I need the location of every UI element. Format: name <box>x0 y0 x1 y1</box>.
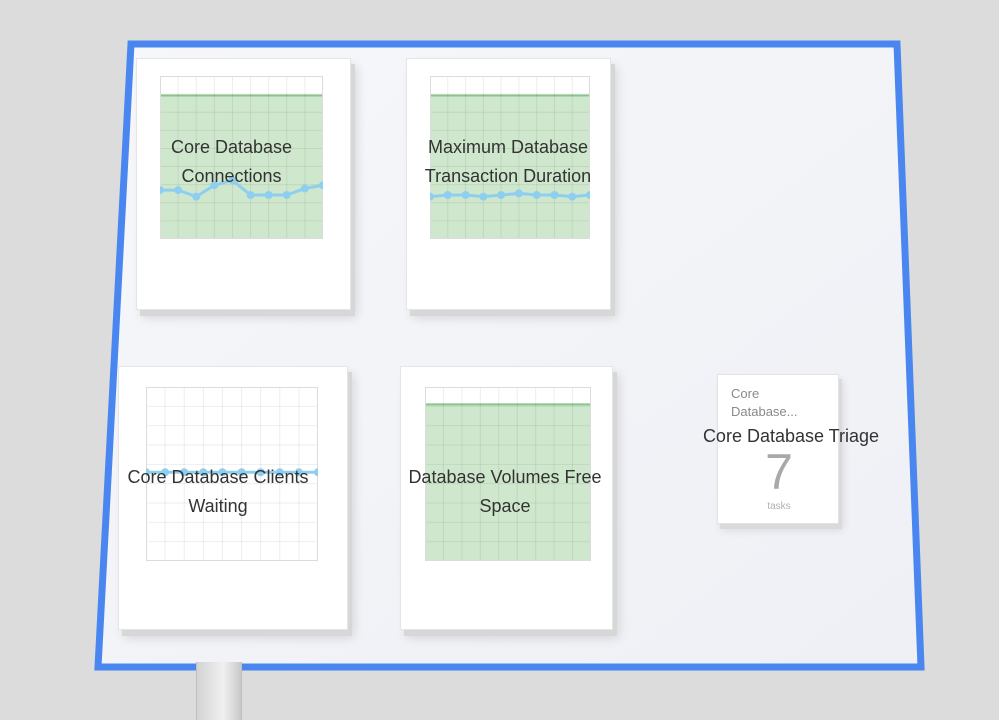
chart-title-volumes: Database Volumes Free Space <box>408 467 602 516</box>
board-stand <box>196 662 242 720</box>
series-point <box>479 192 488 201</box>
chart-title-connections: Core Database Connections <box>170 137 293 186</box>
series-point <box>443 190 452 199</box>
triage-tile-label: Core Database... <box>731 386 798 419</box>
chart-title-waiting: Core Database Clients Waiting <box>127 467 309 516</box>
triage-title: Core Database Triage <box>702 426 880 446</box>
series-point <box>246 190 255 199</box>
series-point <box>532 190 541 199</box>
series-point <box>264 190 273 199</box>
triage-task-count: 7 <box>765 444 793 500</box>
series-point <box>550 190 559 199</box>
series-point <box>568 192 577 201</box>
triage-task-unit: tasks <box>767 501 791 512</box>
chart-title-transaction: Maximum Database Transaction Duration <box>424 137 592 186</box>
triage-tile[interactable]: Core Database... 7 tasks <box>717 374 839 524</box>
series-point <box>497 190 506 199</box>
series-point <box>192 192 201 201</box>
series-point <box>461 190 470 199</box>
series-point <box>282 190 291 199</box>
